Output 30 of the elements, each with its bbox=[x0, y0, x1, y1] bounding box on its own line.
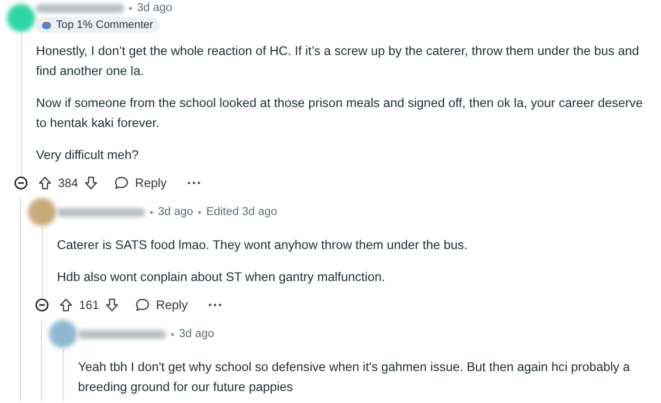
reply-button[interactable]: Reply bbox=[106, 172, 175, 194]
comment-text: Very difficult meh? bbox=[36, 147, 140, 164]
badge-icon bbox=[41, 20, 52, 30]
comment-text: Caterer is SATS food lmao. They wont anyhow throw them under the bus. bbox=[57, 237, 468, 254]
collapse-icon[interactable] bbox=[14, 176, 28, 190]
more-options-icon[interactable] bbox=[208, 303, 222, 307]
timestamp: 3d ago bbox=[179, 328, 214, 340]
downvote-icon[interactable] bbox=[84, 176, 98, 190]
comment-text: Yeah tbh I don't get why school so defensive when it's gahmen issue. But then again hci probably a breeding ground for our future pappies bbox=[78, 359, 631, 396]
more-options-icon[interactable] bbox=[186, 181, 201, 185]
upvote-icon[interactable] bbox=[38, 176, 52, 190]
separator-dot bbox=[198, 210, 202, 214]
separator-dot bbox=[171, 332, 174, 336]
timestamp: 3d ago bbox=[137, 2, 172, 14]
downvote-icon[interactable] bbox=[105, 298, 120, 312]
comment-text: Honestly, I don’t get the whole reaction of HC. If it’s a screw up by the caterer, throw them under the bus and find another one la. bbox=[36, 43, 640, 80]
vote-count: 384 bbox=[58, 176, 78, 190]
upvote-icon[interactable] bbox=[59, 298, 73, 312]
reply-button[interactable]: Reply bbox=[127, 294, 196, 316]
vote-count: 161 bbox=[79, 298, 100, 312]
comment-text: Now if someone from the school looked at those prison meals and signed off, then ok la, your career deserve to hentak kaki forever. bbox=[36, 95, 644, 132]
timestamp: 3d ago bbox=[158, 206, 194, 218]
commenter-badge: Top 1% Commenter bbox=[36, 17, 160, 33]
collapse-icon[interactable] bbox=[35, 298, 49, 312]
separator-dot bbox=[150, 210, 153, 214]
comment-text: Hdb also wont conplain about ST when gantry malfunction. bbox=[57, 269, 386, 286]
separator-dot bbox=[129, 6, 132, 10]
comment-bubble-icon bbox=[114, 176, 130, 190]
edited-label: Edited 3d ago bbox=[206, 206, 278, 218]
comment-bubble-icon bbox=[135, 298, 150, 312]
